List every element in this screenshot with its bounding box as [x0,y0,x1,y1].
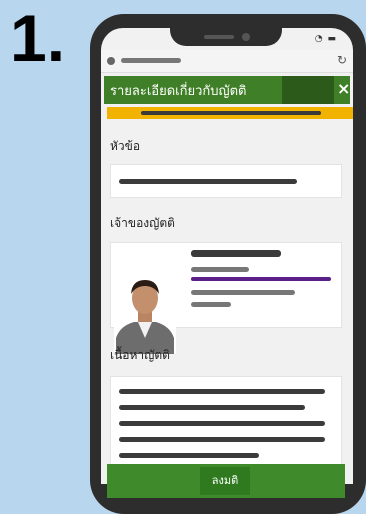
content-line [119,405,305,410]
status-icons: ◔ ▬ [315,34,337,44]
browser-address-bar[interactable]: ↻ [101,50,353,73]
site-info-icon[interactable] [107,57,115,65]
owner-party-bar [191,277,331,281]
wifi-icon: ◔ [314,34,324,44]
topic-banner [107,107,353,119]
owner-detail-placeholder [191,267,249,272]
reload-icon[interactable]: ↻ [337,53,347,67]
step-number: 1. [10,1,66,75]
vote-button[interactable]: ลงมติ [107,464,345,498]
detail-header: รายละเอียดเกี่ยวกับญัตติ × [104,76,350,104]
phone-notch [170,28,282,46]
topic-label: หัวข้อ [110,139,141,153]
battery-icon: ▬ [327,34,337,44]
content-line [119,389,325,394]
header-accent [282,76,334,104]
owner-avatar [114,272,176,354]
owner-name-placeholder [191,250,281,257]
header-title: รายละเอียดเกี่ยวกับญัตติ [110,84,247,99]
topic-text-placeholder [119,179,297,184]
person-icon [114,272,176,354]
speaker-grille [204,35,234,39]
camera-icon [242,33,250,41]
owner-position-placeholder [191,290,295,295]
owner-extra-placeholder [191,302,231,307]
owner-label: เจ้าของญัตติ [110,216,175,230]
content-line [119,453,259,458]
content-label: เนื้อหาญัตติ [110,348,170,362]
url-field[interactable] [121,58,181,63]
close-icon[interactable]: × [337,79,350,98]
vote-button-label[interactable]: ลงมติ [200,467,250,495]
topic-card [110,164,342,198]
content-line [119,437,325,442]
topic-banner-text-placeholder [141,111,321,115]
content-line [119,421,325,426]
